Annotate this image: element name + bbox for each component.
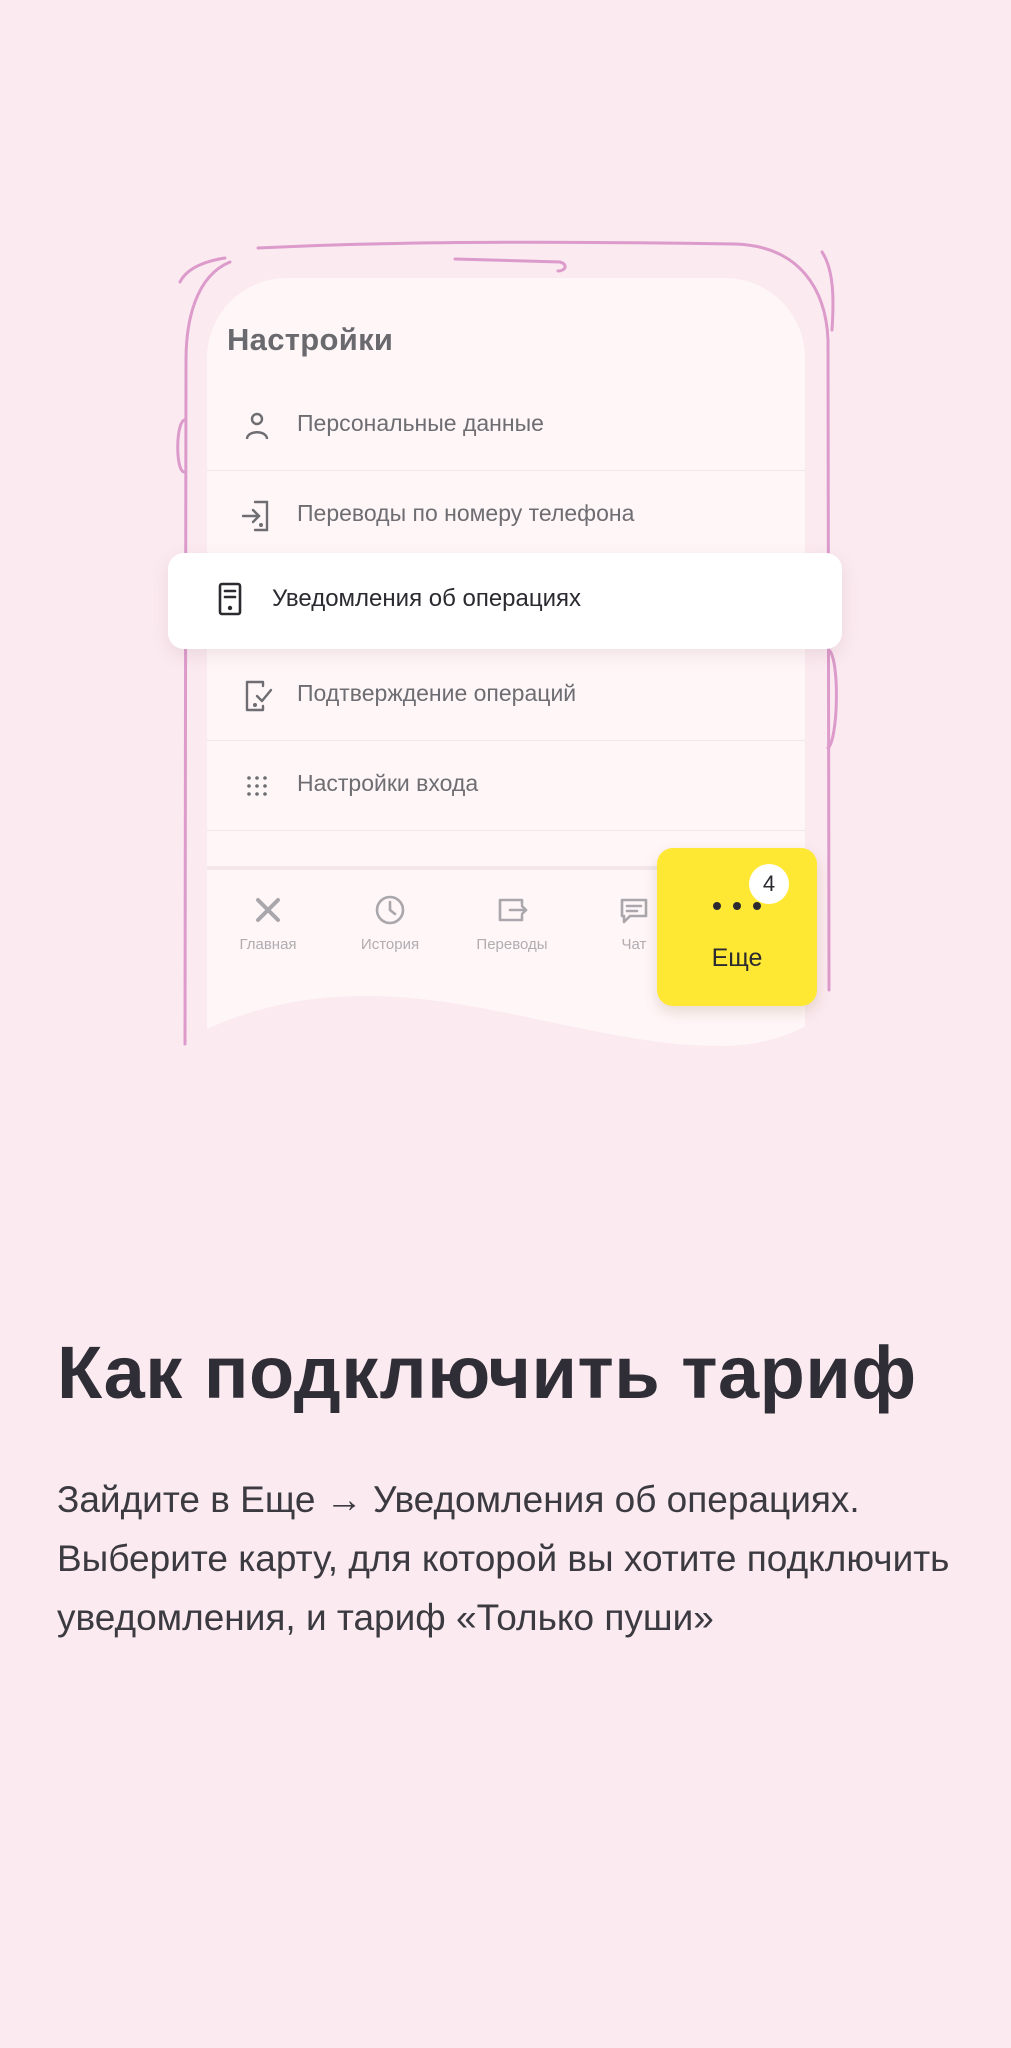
page-title: Как подключить тариф: [57, 1331, 917, 1414]
menu-item-login-settings[interactable]: Настройки входа: [207, 742, 805, 831]
nav-item-label: Главная: [239, 936, 297, 953]
nav-item-label: Переводы: [476, 936, 548, 953]
menu-item-phone-transfers[interactable]: Переводы по номеру телефона: [207, 472, 805, 561]
nav-item-history[interactable]: История: [335, 892, 445, 953]
menu-item-operation-confirmation[interactable]: Подтверждение операций: [207, 652, 805, 741]
keypad-dots-icon: [247, 776, 267, 796]
home-icon: [256, 898, 280, 922]
more-button-label: Еще: [711, 944, 763, 972]
nav-item-transfers[interactable]: Переводы: [457, 892, 567, 953]
phone-check-icon: [245, 680, 273, 712]
menu-item-label: Переводы по номеру телефона: [297, 500, 635, 526]
phone-notification-icon: [218, 582, 242, 616]
notification-badge: 4: [749, 864, 789, 904]
menu-item-label: Персональные данные: [297, 410, 544, 436]
chat-icon: [620, 898, 648, 924]
nav-item-home[interactable]: Главная: [213, 892, 323, 953]
more-button[interactable]: 4 Еще: [657, 848, 817, 1006]
transfers-icon: [498, 898, 528, 922]
clock-icon: [375, 895, 405, 925]
more-dots-icon: [713, 902, 761, 910]
menu-item-operation-notifications[interactable]: Уведомления об операциях: [168, 553, 842, 649]
instruction-text: Зайдите в Еще → Уведомления об операциях…: [57, 1479, 950, 1638]
transfer-in-icon: [241, 500, 269, 532]
screen-title: Настройки: [227, 322, 394, 357]
nav-item-label: История: [360, 936, 420, 953]
highlighted-item-label: Уведомления об операциях: [272, 585, 582, 612]
menu-item-label: Настройки входа: [297, 770, 479, 796]
menu-item-personal-data[interactable]: Персональные данные: [207, 382, 805, 471]
person-icon: [245, 412, 269, 440]
screen-bottom-wave: [205, 996, 830, 1070]
menu-item-label: Подтверждение операций: [297, 680, 577, 706]
